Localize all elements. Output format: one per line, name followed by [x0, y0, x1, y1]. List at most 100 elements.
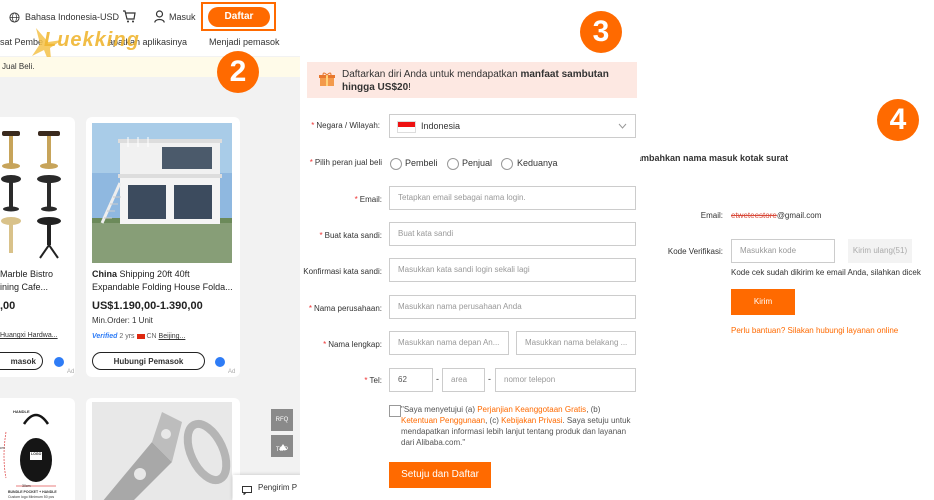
- phone-country-code[interactable]: 62: [389, 368, 433, 392]
- code-label: Kode Verifikasi:: [667, 247, 723, 256]
- privacy-policy-link[interactable]: Kebijakan Privasi: [501, 416, 562, 425]
- confirm-password-field[interactable]: Masukkan kata sandi login sekali lagi: [389, 258, 636, 282]
- agree-register-button[interactable]: Setuju dan Daftar: [389, 462, 491, 488]
- registration-form-panel: 3 Daftarkan diri Anda untuk mendapatkan …: [300, 0, 640, 500]
- top-navigation-bar: Bahasa Indonesia-USD Masuk Daftar sat Pe…: [0, 0, 300, 70]
- password-field[interactable]: Buat kata sandi: [389, 222, 636, 246]
- verification-heading: ambahkan nama masuk kotak surat: [640, 153, 789, 163]
- promo-text-prefix: Daftarkan diri Anda untuk mendapatkan: [342, 69, 518, 80]
- resend-code-button[interactable]: Kirim ulang(51): [848, 239, 912, 263]
- supplier-link[interactable]: Huangxi Hardwa...: [0, 332, 58, 339]
- phone-dash: -: [488, 374, 491, 384]
- chat-icon[interactable]: [215, 357, 225, 367]
- role-radio-seller[interactable]: [447, 158, 459, 170]
- ad-label: Ad: [228, 369, 236, 375]
- product-price: US$1.190,00-1.390,00: [92, 300, 203, 312]
- confirm-password-label: Konfirmasi kata sandi:: [303, 267, 382, 276]
- alibaba-home-panel: Bahasa Indonesia-USD Masuk Daftar sat Pe…: [0, 0, 300, 500]
- user-icon[interactable]: [154, 10, 165, 28]
- membership-agreement-link[interactable]: Perjanjian Keanggotaan Gratis: [477, 405, 586, 414]
- phone-dash: -: [436, 374, 439, 384]
- contact-supplier-button[interactable]: masok: [0, 352, 43, 370]
- role-option-both[interactable]: Keduanya: [517, 158, 558, 168]
- product-image-metal-hook[interactable]: [92, 402, 232, 500]
- company-label: * Nama perusahaan:: [308, 304, 382, 313]
- message-icon: [242, 482, 252, 500]
- phone-number-field[interactable]: nomor telepon: [495, 368, 636, 392]
- first-name-field[interactable]: Masukkan nama depan An...: [389, 331, 509, 355]
- product-image-stools[interactable]: [0, 123, 70, 263]
- step-4-marker: 4: [877, 99, 919, 141]
- email-redacted: etweteestore: [731, 211, 777, 220]
- supplier-link[interactable]: Beijing...: [159, 333, 186, 340]
- verify-email-label: Email:: [700, 211, 723, 220]
- email-label: * Email:: [354, 195, 382, 204]
- role-radio-both[interactable]: [501, 158, 513, 170]
- chevron-down-icon: [618, 115, 627, 137]
- promo-banner: Daftarkan diri Anda untuk mendapatkan ma…: [307, 62, 637, 98]
- country-label: * Negara / Wilayah:: [311, 121, 380, 130]
- china-flag-icon: [136, 333, 145, 339]
- supplier-years: 2 yrs: [119, 333, 135, 340]
- send-code-button[interactable]: Kirim: [731, 289, 795, 315]
- bag-label-handle: HANDLE: [13, 409, 30, 414]
- product-price: ,00: [0, 300, 16, 312]
- help-link[interactable]: Perlu bantuan? Silakan hubungi layanan o…: [731, 326, 898, 335]
- role-option-seller[interactable]: Penjual: [462, 158, 492, 168]
- company-field[interactable]: Masukkan nama perusahaan Anda: [389, 295, 636, 319]
- language-currency-selector[interactable]: Bahasa Indonesia-USD: [25, 12, 119, 22]
- step-2-marker: 2: [217, 51, 259, 93]
- product-title-text: Shipping 20ft 40ft: [119, 269, 190, 279]
- sender-label: Pengirim P: [258, 483, 298, 492]
- become-supplier-link[interactable]: Menjadi pemasok: [209, 37, 280, 47]
- bag-caption-2: Custom logo Minimum 50 pcs: [8, 495, 55, 499]
- watermark-logo: Luekking: [44, 29, 140, 51]
- contact-supplier-button[interactable]: Hubungi Pemasok: [92, 352, 205, 370]
- login-link[interactable]: Masuk: [169, 12, 196, 22]
- product-origin: China: [92, 269, 118, 279]
- banner-text: Jual Beli.: [2, 62, 35, 71]
- email-field[interactable]: Tetapkan email sebagai nama login.: [389, 186, 636, 210]
- terms-of-use-link[interactable]: Ketentuan Penggunaan: [401, 416, 485, 425]
- agreement-text: "Saya menyetujui (a) Perjanjian Keanggot…: [401, 405, 631, 447]
- indonesia-flag-icon: [397, 121, 416, 133]
- product-card[interactable]: China Shipping 20ft 40ft Expandable Fold…: [86, 117, 240, 377]
- promo-text-end: !: [408, 82, 411, 93]
- agreement-checkbox[interactable]: [389, 405, 401, 417]
- phone-label: * Tel:: [364, 376, 382, 385]
- password-label: * Buat kata sandi:: [319, 231, 383, 240]
- country-value: Indonesia: [421, 121, 461, 131]
- country-select[interactable]: Indonesia: [389, 114, 636, 138]
- message-supplier-bar[interactable]: Pengirim P: [233, 475, 300, 500]
- bag-label-height: 35cm: [0, 446, 5, 450]
- role-option-buyer[interactable]: Pembeli: [405, 158, 438, 168]
- product-image-drawstring-bag[interactable]: [0, 402, 70, 500]
- supplier-country: CN: [146, 333, 157, 340]
- email-verification-panel: 4 ambahkan nama masuk kotak surat Email:…: [640, 0, 934, 500]
- step-3-marker: 3: [580, 11, 622, 53]
- ad-label: Ad: [67, 369, 75, 375]
- cart-icon[interactable]: [122, 10, 136, 28]
- globe-icon[interactable]: [9, 12, 20, 25]
- product-image-container-house[interactable]: [92, 123, 232, 263]
- arrow-up-icon: [279, 437, 287, 455]
- verification-code-input[interactable]: Masukkan kode: [731, 239, 835, 263]
- role-radio-buyer[interactable]: [390, 158, 402, 170]
- product-card[interactable]: Marble Bistro ining Cafe... ,00 Huangxi …: [0, 117, 75, 377]
- bag-label-width: 30cm: [22, 484, 31, 488]
- product-title-line1: Marble Bistro: [0, 269, 54, 279]
- verified-badge: Verified: [92, 333, 118, 340]
- supplier-info-row: Verified 2 yrs CN Beijing...: [92, 333, 185, 340]
- area-code-field[interactable]: area: [442, 368, 485, 392]
- bag-label-logo: LOGO: [31, 452, 42, 456]
- rfq-button[interactable]: RFQ: [271, 409, 293, 431]
- product-card[interactable]: HANDLE LOGO 35cm 30cm BUNDLE POCKET + HA…: [0, 398, 75, 500]
- verify-email-value: etweteestore@gmail.com: [731, 211, 822, 220]
- min-order: Min.Order: 1 Unit: [92, 316, 153, 325]
- last-name-field[interactable]: Masukkan nama belakang ...: [516, 331, 636, 355]
- product-title-line2: ining Cafe...: [0, 282, 49, 292]
- product-card[interactable]: [86, 398, 240, 500]
- chat-icon[interactable]: [54, 357, 64, 367]
- register-button[interactable]: Daftar: [208, 7, 270, 27]
- fullname-label: * Nama lengkap:: [323, 340, 382, 349]
